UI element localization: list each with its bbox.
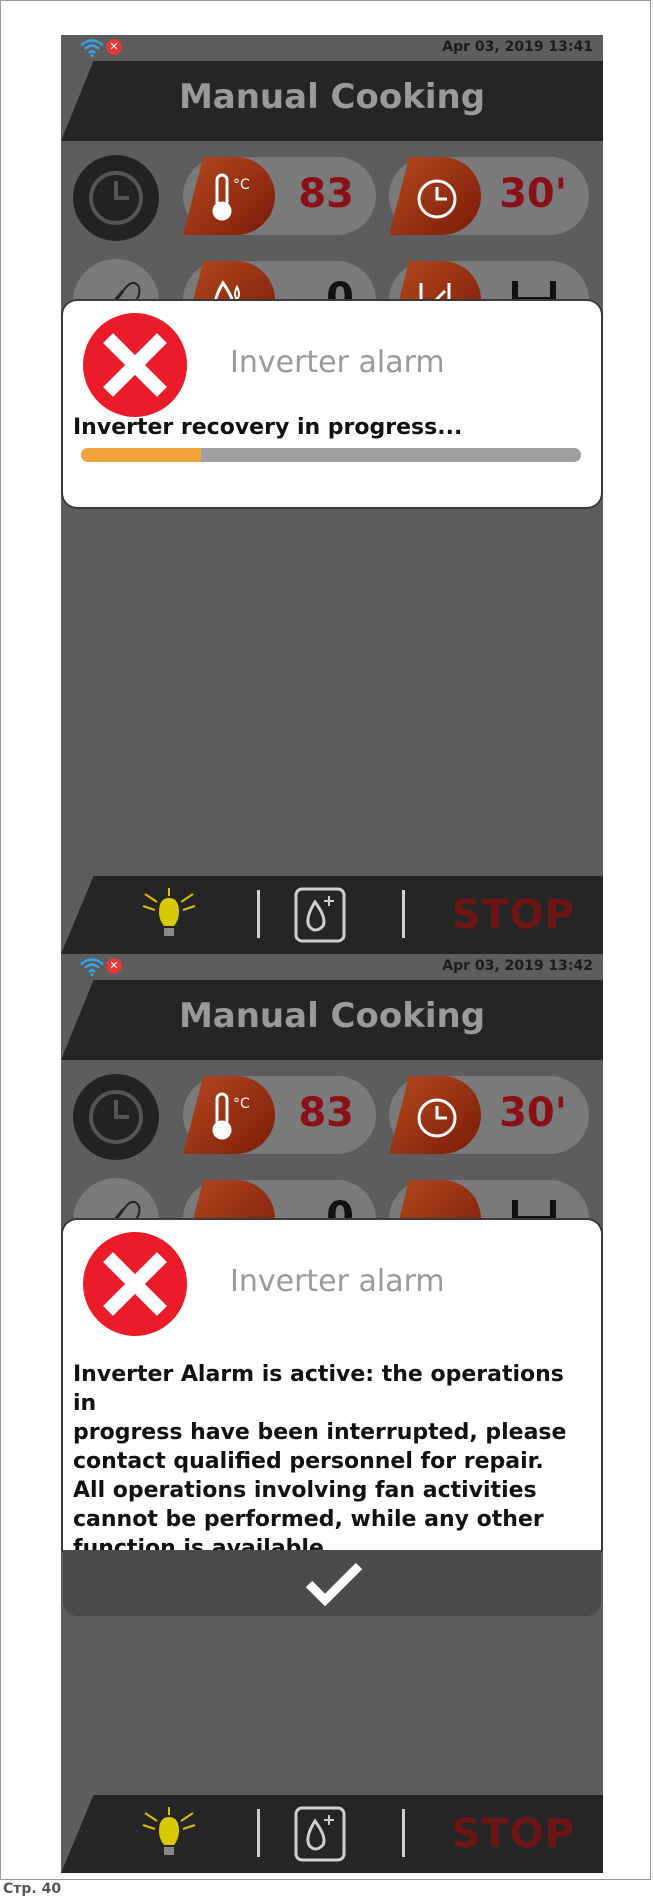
dialog-title: Inverter alarm bbox=[230, 1264, 445, 1299]
stop-button[interactable]: STOP bbox=[452, 1811, 575, 1857]
dialog-title: Inverter alarm bbox=[230, 345, 445, 380]
light-bulb-icon[interactable] bbox=[137, 886, 201, 946]
screen-inverter-alarm-active: ✕ Apr 03, 2019 13:42 Manual Cooking °C 8… bbox=[61, 954, 603, 1873]
svg-text:°C: °C bbox=[233, 177, 250, 193]
wifi-icon bbox=[80, 958, 104, 976]
page-title: Manual Cooking bbox=[178, 77, 486, 117]
error-x-icon: ✕ bbox=[106, 39, 122, 55]
status-datetime: Apr 03, 2019 13:41 bbox=[442, 39, 593, 55]
recovery-progress-bar bbox=[81, 448, 581, 462]
temperature-control[interactable]: °C 83 bbox=[183, 1076, 376, 1154]
humidify-button-icon[interactable] bbox=[293, 1805, 347, 1863]
dialog-message: Inverter recovery in progress... bbox=[73, 415, 463, 440]
time-value: 30' bbox=[499, 171, 567, 217]
timer-icon bbox=[417, 179, 457, 219]
humidify-button-icon[interactable] bbox=[293, 886, 347, 944]
time-control[interactable]: 30' bbox=[389, 1076, 589, 1154]
clock-mode-button[interactable] bbox=[73, 155, 159, 241]
thermometer-icon: °C bbox=[212, 1092, 250, 1140]
checkmark-icon bbox=[305, 1562, 363, 1606]
wifi-icon bbox=[80, 39, 104, 57]
alarm-dialog: Inverter alarm Inverter recovery in prog… bbox=[63, 301, 601, 507]
light-bulb-icon[interactable] bbox=[137, 1805, 201, 1865]
stop-button[interactable]: STOP bbox=[452, 892, 575, 938]
bottom-bar: STOP bbox=[61, 1795, 603, 1873]
timer-icon bbox=[417, 1098, 457, 1138]
title-bar: Manual Cooking bbox=[61, 980, 603, 1060]
time-value: 30' bbox=[499, 1090, 567, 1136]
dialog-message: Inverter Alarm is active: the operations… bbox=[73, 1360, 587, 1563]
time-control[interactable]: 30' bbox=[389, 157, 589, 235]
progress-fill bbox=[81, 448, 201, 462]
temperature-value: 83 bbox=[298, 171, 354, 217]
alarm-dialog: Inverter alarm Inverter Alarm is active:… bbox=[63, 1220, 601, 1561]
dialog-message-line: Inverter Alarm is active: the operations… bbox=[73, 1362, 564, 1416]
page-number-label: Стр. 40 bbox=[3, 1881, 62, 1897]
page-title: Manual Cooking bbox=[178, 996, 486, 1036]
error-x-icon: ✕ bbox=[106, 958, 122, 974]
status-datetime: Apr 03, 2019 13:42 bbox=[442, 958, 593, 974]
svg-text:°C: °C bbox=[233, 1096, 250, 1112]
title-bar: Manual Cooking bbox=[61, 61, 603, 141]
dialog-message-line: All operations involving fan activities bbox=[73, 1478, 537, 1503]
screen-inverter-recovery: ✕ Apr 03, 2019 13:41 Manual Cooking °C 8… bbox=[61, 35, 603, 954]
temperature-value: 83 bbox=[298, 1090, 354, 1136]
dialog-message-line: cannot be performed, while any other bbox=[73, 1507, 544, 1532]
status-bar: ✕ Apr 03, 2019 13:42 bbox=[61, 954, 603, 980]
bottom-bar: STOP bbox=[61, 876, 603, 954]
clock-mode-button[interactable] bbox=[73, 1074, 159, 1160]
error-x-icon bbox=[83, 1232, 187, 1336]
confirm-button[interactable] bbox=[63, 1550, 601, 1616]
thermometer-icon: °C bbox=[212, 173, 250, 221]
temperature-control[interactable]: °C 83 bbox=[183, 157, 376, 235]
status-bar: ✕ Apr 03, 2019 13:41 bbox=[61, 35, 603, 61]
error-x-icon bbox=[83, 313, 187, 417]
clock-icon bbox=[89, 1090, 143, 1144]
clock-icon bbox=[89, 171, 143, 225]
dialog-message-line: progress have been interrupted, please bbox=[73, 1420, 567, 1445]
dialog-message-line: contact qualified personnel for repair. bbox=[73, 1449, 544, 1474]
